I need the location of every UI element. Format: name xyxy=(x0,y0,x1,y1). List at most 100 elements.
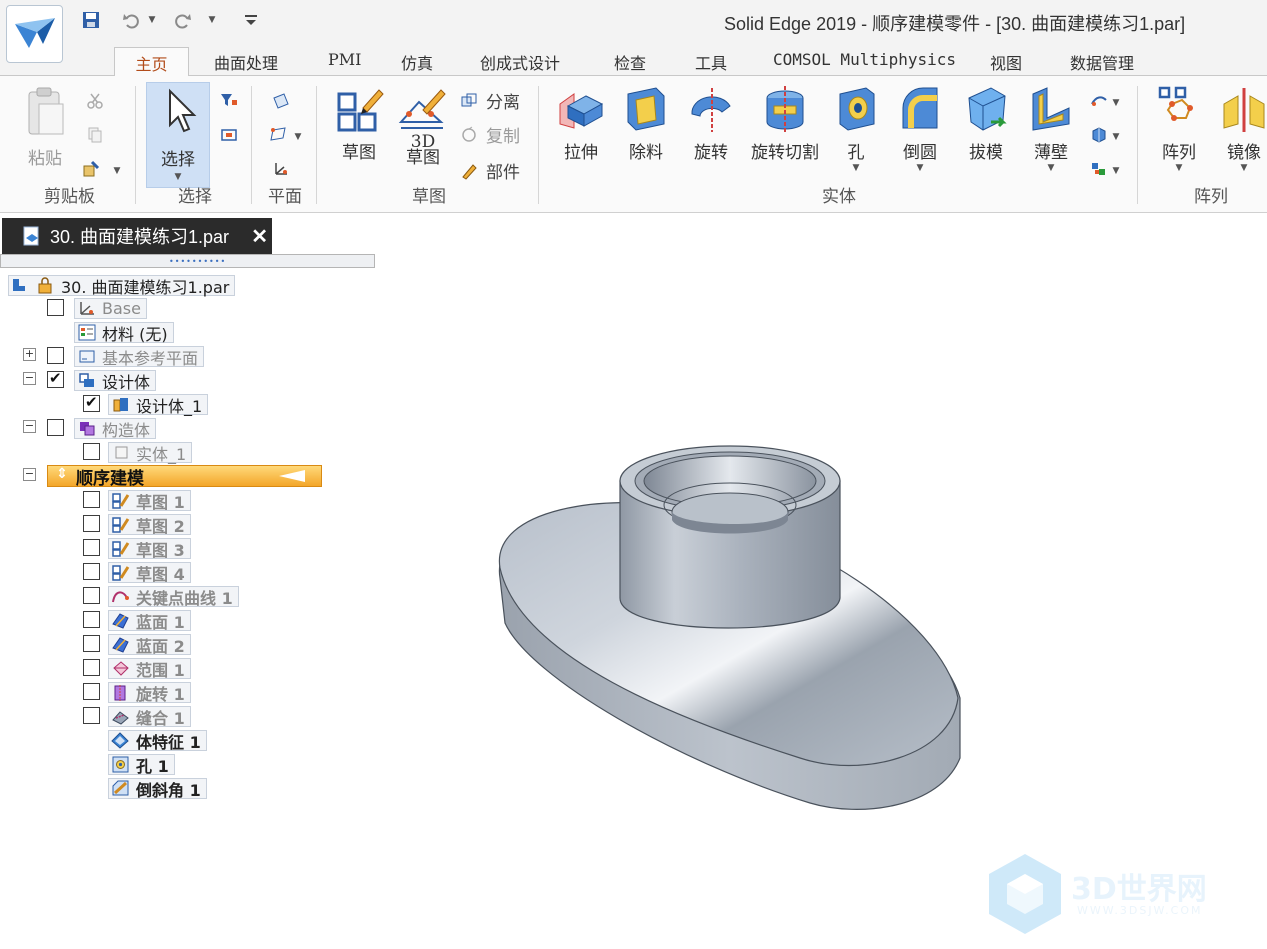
thin-wall-button[interactable]: 薄壁 ▼ xyxy=(1026,84,1076,173)
tree-item-solid-feature[interactable]: 孔 1 xyxy=(108,754,175,776)
construction-checkbox[interactable] xyxy=(47,419,64,436)
tab-data-management[interactable]: 数据管理 xyxy=(1070,47,1134,76)
close-icon[interactable]: ✕ xyxy=(251,224,268,249)
helix-dropdown-icon[interactable]: ▼ xyxy=(1110,92,1122,114)
copy-sketch-button[interactable]: 复制 xyxy=(460,122,520,147)
tree-item-design-bodies[interactable]: 设计体 xyxy=(74,370,157,392)
thread-icon[interactable] xyxy=(1088,124,1110,146)
tree-item-material[interactable]: 材料 (无) xyxy=(74,322,174,344)
pathfinder-splitter[interactable]: •••••••••• xyxy=(0,254,375,268)
cut-icon[interactable] xyxy=(84,90,106,112)
rollback-arrow-icon[interactable] xyxy=(277,469,307,483)
tab-pmi[interactable]: PMI xyxy=(328,47,361,76)
feature-checkbox[interactable] xyxy=(83,515,100,532)
redo-dropdown-icon[interactable]: ▼ xyxy=(206,9,218,31)
feature-checkbox[interactable] xyxy=(83,539,100,556)
tree-item-solid-1[interactable]: 实体_1 xyxy=(108,442,193,464)
tab-simulation[interactable]: 仿真 xyxy=(401,47,433,76)
tree-item-feature[interactable]: 缝合 1 xyxy=(108,706,191,728)
tree-item-feature[interactable]: 范围 1 xyxy=(108,658,191,680)
tree-item-feature[interactable]: 草图 1 xyxy=(108,490,191,512)
graphics-window[interactable] xyxy=(380,268,1267,949)
helix-icon[interactable] xyxy=(1088,90,1110,112)
rib-icon[interactable] xyxy=(1088,158,1110,180)
tab-generative-design[interactable]: 创成式设计 xyxy=(480,47,560,76)
pattern-button[interactable]: 阵列 ▼ xyxy=(1154,84,1204,173)
plane-by-lines-icon[interactable] xyxy=(268,124,290,146)
cutout-button[interactable]: 除料 xyxy=(620,84,672,163)
application-button[interactable] xyxy=(6,5,63,63)
ref-planes-checkbox[interactable] xyxy=(47,347,64,364)
sketch-3d-button[interactable]: 3D 草图 xyxy=(396,84,450,167)
feature-checkbox[interactable] xyxy=(83,635,100,652)
plane-dropdown-icon[interactable]: ▼ xyxy=(292,126,304,148)
collapse-design-bodies-icon[interactable]: − xyxy=(23,372,36,385)
tree-item-feature[interactable]: 草图 3 xyxy=(108,538,191,560)
tab-tools[interactable]: 工具 xyxy=(695,47,727,76)
tree-item-design-body-1[interactable]: 设计体_1 xyxy=(108,394,209,416)
paste-button[interactable]: 粘贴 xyxy=(20,84,70,169)
hole-button[interactable]: 孔 ▼ xyxy=(834,84,878,173)
tree-item-feature[interactable]: 旋转 1 xyxy=(108,682,191,704)
tab-comsol[interactable]: COMSOL Multiphysics xyxy=(773,47,956,76)
tree-item-solid-feature[interactable]: 倒斜角 1 xyxy=(108,778,207,800)
tab-home[interactable]: 主页 xyxy=(114,47,189,76)
redo-icon[interactable] xyxy=(172,9,194,31)
tree-item-feature[interactable]: 草图 4 xyxy=(108,562,191,584)
customize-icon[interactable] xyxy=(240,9,262,31)
design-bodies-checkbox[interactable] xyxy=(47,369,64,388)
sketch-icon xyxy=(112,517,130,533)
collapse-construction-icon[interactable]: − xyxy=(23,420,36,433)
separate-button[interactable]: 分离 xyxy=(460,88,520,113)
feature-checkbox[interactable] xyxy=(83,707,100,724)
part-model-view[interactable] xyxy=(380,268,1267,949)
paste-special-dropdown-icon[interactable]: ▼ xyxy=(110,160,124,182)
thread-dropdown-icon[interactable]: ▼ xyxy=(1110,126,1122,148)
select-box-icon[interactable] xyxy=(218,124,240,146)
tree-item-ref-planes[interactable]: 基本参考平面 xyxy=(74,346,205,368)
copy-icon[interactable] xyxy=(84,124,106,146)
tree-item-feature[interactable]: 草图 2 xyxy=(108,514,191,536)
feature-checkbox[interactable] xyxy=(83,563,100,580)
rib-dropdown-icon[interactable]: ▼ xyxy=(1110,160,1122,182)
select-tool-button[interactable]: 选择 ▼ xyxy=(146,82,210,188)
tree-item-base[interactable]: Base xyxy=(74,298,147,319)
document-tab[interactable]: 30. 曲面建模练习1.par ✕ xyxy=(2,218,272,254)
mirror-button[interactable]: 镜像 ▼ xyxy=(1218,84,1267,173)
draft-button[interactable]: 拔模 xyxy=(960,84,1012,163)
tree-root[interactable]: 30. 曲面建模练习1.par xyxy=(8,275,236,297)
coordinate-system-icon[interactable] xyxy=(270,158,292,180)
feature-checkbox[interactable] xyxy=(83,491,100,508)
select-filter-icon[interactable] xyxy=(218,90,240,112)
feature-checkbox[interactable] xyxy=(83,611,100,628)
extrude-button[interactable]: 拉伸 xyxy=(554,84,608,163)
coincident-plane-icon[interactable] xyxy=(270,90,292,112)
undo-dropdown-icon[interactable]: ▼ xyxy=(146,9,158,31)
tab-inspect[interactable]: 检查 xyxy=(614,47,646,76)
revolved-cut-button[interactable]: 旋转切割 xyxy=(748,84,822,163)
revolve-button[interactable]: 旋转 xyxy=(684,84,738,163)
tree-item-feature[interactable]: 蓝面 1 xyxy=(108,610,191,632)
feature-checkbox[interactable] xyxy=(83,683,100,700)
solid-1-checkbox[interactable] xyxy=(83,443,100,460)
tree-item-construction[interactable]: 构造体 xyxy=(74,418,157,440)
feature-checkbox[interactable] xyxy=(83,659,100,676)
save-icon[interactable] xyxy=(80,9,102,31)
collapse-sequential-icon[interactable]: − xyxy=(23,468,36,481)
undo-icon[interactable] xyxy=(120,9,142,31)
group-separator xyxy=(538,86,539,204)
sequential-modeling-bar[interactable]: ⇕ 顺序建模 xyxy=(47,465,322,489)
sketch-button[interactable]: 草图 xyxy=(330,84,388,163)
part-button[interactable]: 部件 xyxy=(460,158,520,183)
expand-ref-planes-icon[interactable]: + xyxy=(23,348,36,361)
tree-item-feature[interactable]: 关键点曲线 1 xyxy=(108,586,239,608)
round-button[interactable]: 倒圆 ▼ xyxy=(896,84,944,173)
design-body-1-checkbox[interactable] xyxy=(83,393,100,412)
base-checkbox[interactable] xyxy=(47,299,64,316)
tab-view[interactable]: 视图 xyxy=(990,47,1022,76)
tree-item-feature[interactable]: 蓝面 2 xyxy=(108,634,191,656)
format-painter-icon[interactable] xyxy=(80,158,102,180)
tab-surfacing[interactable]: 曲面处理 xyxy=(214,47,278,76)
tree-item-solid-feature[interactable]: 体特征 1 xyxy=(108,730,207,752)
feature-checkbox[interactable] xyxy=(83,587,100,604)
